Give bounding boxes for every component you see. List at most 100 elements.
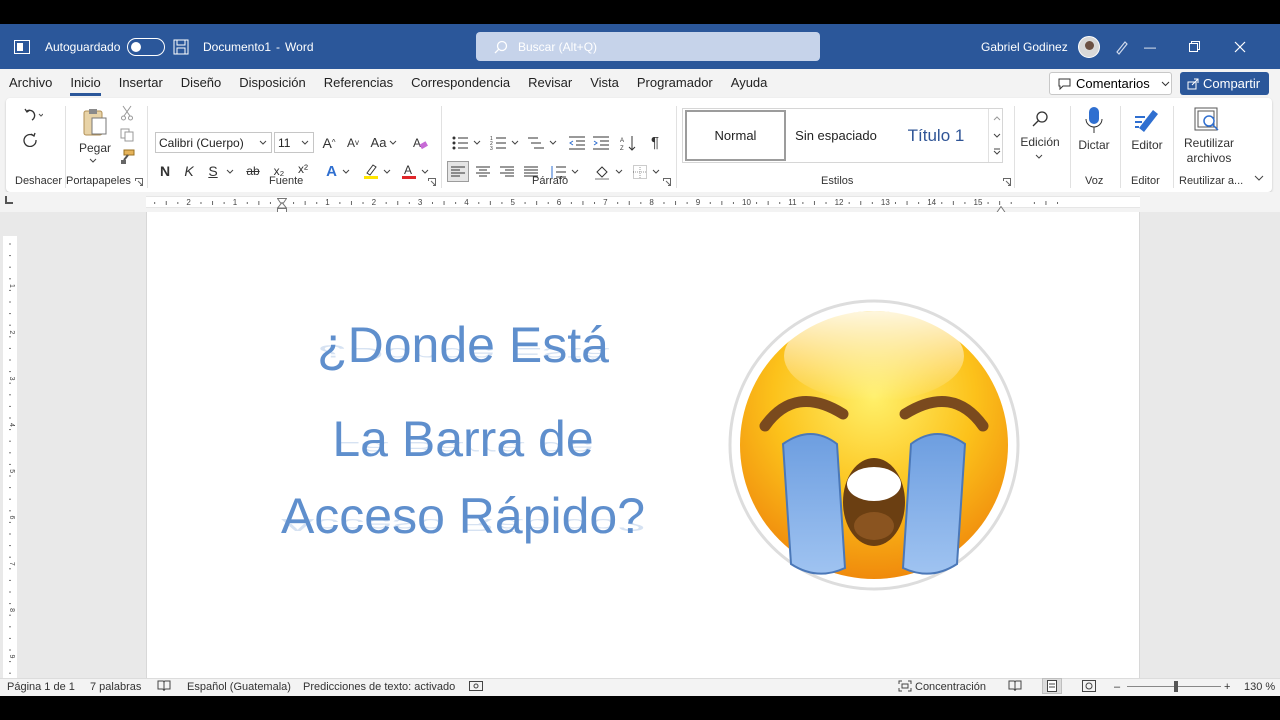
tab-programador[interactable]: Programador bbox=[628, 69, 722, 97]
word-count[interactable]: 7 palabras bbox=[90, 681, 141, 693]
editor-icon[interactable] bbox=[1132, 105, 1162, 135]
decrease-indent-icon[interactable] bbox=[567, 132, 587, 153]
avatar[interactable] bbox=[1077, 35, 1100, 58]
editor-button[interactable]: Editor bbox=[1127, 138, 1167, 152]
more-styles-icon[interactable] bbox=[991, 144, 1003, 160]
show-marks-icon[interactable]: ¶ bbox=[646, 132, 664, 153]
close-icon[interactable] bbox=[1234, 24, 1280, 69]
tab-inicio[interactable]: Inicio bbox=[61, 69, 109, 97]
comments-button[interactable]: Comentarios bbox=[1049, 72, 1172, 95]
sort-icon[interactable]: AZ bbox=[618, 132, 638, 153]
editing-button[interactable]: Edición bbox=[1018, 135, 1062, 149]
clear-formatting-icon[interactable]: A bbox=[410, 132, 430, 153]
tab-correspondencia[interactable]: Correspondencia bbox=[402, 69, 519, 97]
user-name[interactable]: Gabriel Godinez bbox=[981, 40, 1068, 54]
focus-icon[interactable] bbox=[898, 680, 912, 695]
borders-button[interactable] bbox=[629, 161, 663, 182]
headline-line-1[interactable]: ¿Donde Está ¿Donde Está bbox=[263, 316, 663, 374]
tab-archivo[interactable]: Archivo bbox=[0, 69, 61, 97]
headline-line-2[interactable]: La Barra de La Barra de bbox=[263, 410, 663, 468]
align-right-icon[interactable] bbox=[497, 161, 517, 182]
word-logo-icon[interactable] bbox=[14, 24, 30, 69]
chevron-down-icon[interactable] bbox=[225, 162, 235, 180]
headline-line-3[interactable]: Acceso Rápido? Acceso Rápido? bbox=[263, 487, 663, 545]
bold-button[interactable]: N bbox=[157, 162, 173, 180]
font-name-select[interactable]: Calibri (Cuerpo) bbox=[155, 132, 272, 153]
style-heading-1[interactable]: Título 1 bbox=[886, 126, 986, 146]
zoom-in-button[interactable]: + bbox=[1224, 681, 1230, 693]
microphone-icon[interactable] bbox=[1082, 105, 1106, 135]
numbering-button[interactable]: 123 bbox=[487, 132, 521, 153]
align-left-icon[interactable] bbox=[447, 161, 469, 182]
tab-selector-icon[interactable] bbox=[5, 196, 13, 204]
read-mode-icon[interactable] bbox=[1008, 680, 1022, 695]
paste-label[interactable]: Pegar bbox=[79, 141, 111, 155]
vertical-ruler[interactable]: 1 2 3 4 5 6 7 8 9 bbox=[3, 236, 17, 696]
tab-diseno[interactable]: Diseño bbox=[172, 69, 230, 97]
restore-icon[interactable] bbox=[1189, 24, 1235, 69]
focus-mode[interactable]: Concentración bbox=[915, 681, 986, 693]
reuse-files-button[interactable]: Reutilizar archivos bbox=[1182, 136, 1236, 166]
tab-disposicion[interactable]: Disposición bbox=[230, 69, 314, 97]
right-indent-marker[interactable] bbox=[995, 201, 1007, 214]
dialog-launcher-icon[interactable] bbox=[427, 177, 437, 187]
page-count[interactable]: Página 1 de 1 bbox=[7, 681, 75, 693]
tab-referencias[interactable]: Referencias bbox=[315, 69, 402, 97]
proofing-icon[interactable] bbox=[157, 680, 171, 695]
grow-font-icon[interactable]: A ^ bbox=[319, 132, 339, 153]
change-case-button[interactable]: Aa bbox=[368, 132, 400, 153]
collapse-ribbon-icon[interactable] bbox=[1252, 172, 1266, 184]
strikethrough-button[interactable]: ab bbox=[243, 162, 263, 180]
align-center-icon[interactable] bbox=[473, 161, 493, 182]
search-box[interactable]: Buscar (Alt+Q) bbox=[476, 32, 820, 61]
bullets-button[interactable] bbox=[449, 132, 483, 153]
autosave-toggle[interactable] bbox=[127, 37, 166, 56]
cut-icon[interactable] bbox=[118, 104, 136, 122]
zoom-slider-thumb[interactable] bbox=[1174, 681, 1178, 692]
crying-emoji-image[interactable] bbox=[725, 296, 1023, 594]
chevron-down-icon[interactable] bbox=[86, 155, 100, 165]
increase-indent-icon[interactable] bbox=[591, 132, 611, 153]
minimize-icon[interactable]: — bbox=[1144, 24, 1190, 69]
print-layout-icon[interactable] bbox=[1042, 678, 1062, 694]
italic-button[interactable]: K bbox=[181, 162, 197, 180]
document-canvas[interactable]: 1 2 3 4 5 6 7 8 9 ¿Donde Está ¿Donde Está La Bar… bbox=[0, 212, 1280, 696]
redo-icon[interactable] bbox=[20, 130, 40, 148]
style-normal[interactable]: Normal bbox=[685, 110, 786, 161]
shading-button[interactable] bbox=[591, 161, 625, 182]
style-no-spacing[interactable]: Sin espaciado bbox=[786, 128, 886, 143]
tab-ayuda[interactable]: Ayuda bbox=[722, 69, 777, 97]
format-painter-icon[interactable] bbox=[118, 148, 136, 166]
chevron-down-icon[interactable] bbox=[991, 127, 1003, 143]
tab-revisar[interactable]: Revisar bbox=[519, 69, 581, 97]
highlight-button[interactable] bbox=[360, 162, 394, 180]
search-icon[interactable] bbox=[1028, 108, 1052, 130]
reuse-files-icon[interactable] bbox=[1192, 105, 1222, 135]
shrink-font-icon[interactable]: Av bbox=[343, 132, 363, 153]
first-line-indent-marker[interactable] bbox=[276, 193, 288, 206]
document-page[interactable]: ¿Donde Está ¿Donde Está La Barra de La B… bbox=[146, 212, 1140, 678]
accessibility-icon[interactable] bbox=[469, 680, 483, 695]
dialog-launcher-icon[interactable] bbox=[134, 177, 144, 187]
paste-icon[interactable] bbox=[78, 106, 112, 138]
copy-icon[interactable] bbox=[118, 126, 136, 144]
dialog-launcher-icon[interactable] bbox=[662, 177, 672, 187]
zoom-level[interactable]: 130 % bbox=[1244, 681, 1275, 693]
underline-button[interactable]: S bbox=[205, 162, 221, 180]
language[interactable]: Español (Guatemala) bbox=[187, 681, 291, 693]
chevron-up-icon[interactable] bbox=[991, 110, 1003, 126]
tab-insertar[interactable]: Insertar bbox=[110, 69, 172, 97]
zoom-out-button[interactable]: – bbox=[1114, 681, 1120, 693]
dialog-launcher-icon[interactable] bbox=[1002, 177, 1012, 187]
multilevel-list-button[interactable] bbox=[525, 132, 559, 153]
save-icon[interactable] bbox=[173, 24, 189, 69]
share-button[interactable]: Compartir bbox=[1180, 72, 1269, 95]
tab-vista[interactable]: Vista bbox=[581, 69, 628, 97]
web-layout-icon[interactable] bbox=[1082, 680, 1096, 695]
font-size-select[interactable]: 11 bbox=[274, 132, 314, 153]
text-predictions[interactable]: Predicciones de texto: activado bbox=[303, 681, 455, 693]
chevron-down-icon[interactable] bbox=[1033, 152, 1045, 160]
text-effects-button[interactable]: A bbox=[321, 162, 355, 180]
pen-icon[interactable] bbox=[1114, 24, 1130, 69]
undo-icon[interactable] bbox=[20, 106, 46, 124]
